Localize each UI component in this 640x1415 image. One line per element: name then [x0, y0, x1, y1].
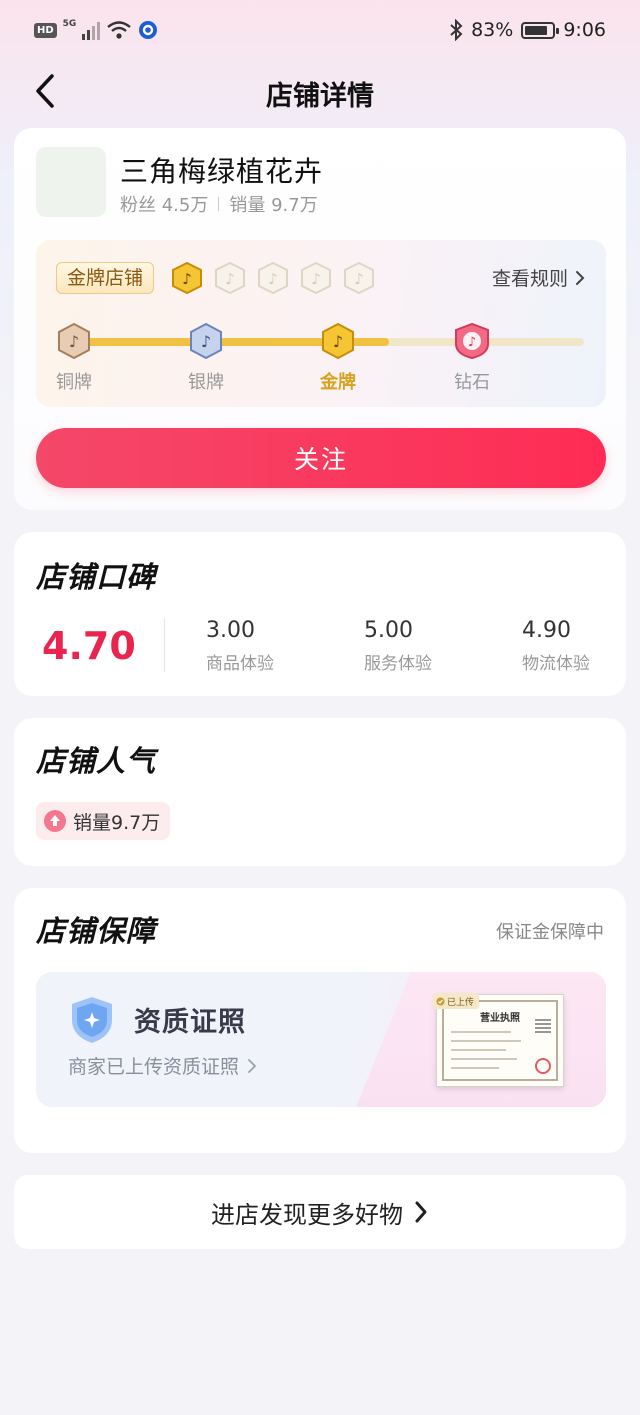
- svg-text:♪: ♪: [201, 332, 211, 351]
- check-icon: [436, 997, 445, 1005]
- follow-button[interactable]: 关注: [36, 428, 606, 488]
- qualification-card[interactable]: 资质证照 商家已上传资质证照 已上传 营业执照: [36, 972, 606, 1107]
- level-label-diamond: 钻石: [454, 372, 490, 393]
- level-label-silver: 银牌: [188, 372, 224, 393]
- nav-bar: 店铺详情: [0, 62, 640, 122]
- trending-up-icon: [44, 810, 66, 832]
- store-stats: 粉丝 4.5万 销量 9.7万: [120, 191, 318, 217]
- page-title: 店铺详情: [266, 81, 374, 112]
- store-avatar[interactable]: [36, 147, 106, 217]
- qr-code-icon: [535, 1017, 551, 1033]
- battery-percent: 83%: [471, 19, 514, 41]
- rating-service-value: 5.00: [364, 618, 413, 643]
- store-card: 三角梅绿植花卉 粉丝 4.5万 销量 9.7万 金牌店铺 ♪ ♪ ♪ ♪ ♪ 查看规则 …: [14, 128, 626, 510]
- uploaded-tag: 已上传: [433, 993, 480, 1009]
- bronze-badge-icon: ♪: [58, 322, 90, 360]
- guarantee-title: 店铺保障: [36, 908, 157, 953]
- rating-product: 3.00 商品体验: [206, 618, 274, 674]
- signal-icon: [82, 20, 101, 40]
- reputation-card: 店铺口碑 4.70 3.00 商品体验 5.00 服务体验 4.90 物流体验: [14, 532, 626, 696]
- rating-product-label: 商品体验: [206, 654, 274, 674]
- svg-text:♪: ♪: [182, 270, 192, 288]
- rating-logistics-label: 物流体验: [522, 654, 590, 674]
- rating-service: 5.00 服务体验: [364, 618, 432, 674]
- guarantee-card: 店铺保障 保证金保障中 资质证照 商家已上传资质证照 已上传 营业执照: [14, 888, 626, 1153]
- sales-badge: 销量9.7万: [36, 802, 171, 840]
- store-name: 三角梅绿植花卉: [120, 155, 324, 188]
- svg-text:♪: ♪: [268, 270, 278, 288]
- popularity-card: 店铺人气 销量9.7万: [14, 718, 626, 866]
- svg-text:♪: ♪: [468, 335, 476, 350]
- tier-icon-dim: ♪: [344, 261, 374, 295]
- battery-icon: [521, 21, 560, 39]
- qualification-title: 资质证照: [134, 1007, 246, 1038]
- level-label-gold: 金牌: [320, 372, 356, 393]
- diamond-badge-icon: ♪: [455, 322, 489, 360]
- rating-product-value: 3.00: [206, 618, 255, 643]
- chevron-right-icon: [415, 1201, 427, 1223]
- license-text-line: [451, 1058, 517, 1060]
- app-notification-icon: [139, 21, 158, 39]
- store-level-panel: 金牌店铺 ♪ ♪ ♪ ♪ ♪ 查看规则 ♪ ♪ ♪ ♪ 铜牌 银牌 金牌 钻石: [36, 240, 606, 407]
- rating-logistics: 4.90 物流体验: [522, 618, 590, 674]
- enter-store-button[interactable]: 进店发现更多好物: [14, 1175, 626, 1249]
- svg-text:♪: ♪: [354, 270, 364, 288]
- view-rules-label: 查看规则: [491, 268, 568, 290]
- status-bar: HD 5G 83% 9:06: [0, 0, 640, 62]
- uploaded-tag-label: 已上传: [447, 997, 475, 1008]
- seal-icon: [535, 1058, 551, 1074]
- enter-store-label: 进店发现更多好物: [211, 1200, 403, 1229]
- silver-badge-icon: ♪: [190, 322, 222, 360]
- license-text-line: [451, 1040, 521, 1042]
- gold-badge-icon: ♪: [322, 322, 354, 360]
- reputation-title: 店铺口碑: [36, 554, 157, 599]
- tier-icon-dim: ♪: [215, 261, 245, 295]
- tier-icon-dim: ♪: [301, 261, 331, 295]
- qualification-link[interactable]: 商家已上传资质证照: [68, 1052, 257, 1079]
- sales-badge-label: 销量9.7万: [73, 811, 161, 834]
- svg-text:♪: ♪: [311, 270, 321, 288]
- tier-icon-lit: ♪: [172, 261, 202, 295]
- chevron-right-icon: [576, 270, 585, 285]
- license-text-line: [451, 1049, 506, 1051]
- license-text-line: [451, 1031, 511, 1033]
- chevron-right-icon: [248, 1058, 257, 1073]
- business-license-image: 已上传 营业执照: [433, 993, 564, 1087]
- tier-icons: ♪ ♪ ♪ ♪ ♪: [170, 261, 376, 295]
- overall-rating: 4.70: [42, 624, 136, 668]
- fans-count: 粉丝 4.5万: [120, 195, 209, 216]
- view-rules-link[interactable]: 查看规则: [492, 264, 586, 291]
- deposit-status: 保证金保障中: [496, 922, 604, 943]
- level-label-bronze: 铜牌: [56, 372, 92, 393]
- network-type: 5G: [62, 19, 77, 29]
- stats-divider: [218, 197, 220, 211]
- gold-store-tag: 金牌店铺: [56, 262, 155, 294]
- clock: 9:06: [563, 19, 606, 41]
- sales-count: 销量 9.7万: [229, 195, 318, 216]
- svg-text:♪: ♪: [225, 270, 235, 288]
- rating-service-label: 服务体验: [364, 654, 432, 674]
- qualification-desc: 商家已上传资质证照: [68, 1056, 240, 1078]
- popularity-title: 店铺人气: [36, 738, 157, 783]
- rating-divider: [164, 618, 165, 672]
- hd-indicator: HD: [34, 22, 57, 38]
- tier-icon-dim: ♪: [258, 261, 288, 295]
- svg-text:♪: ♪: [333, 332, 343, 351]
- license-text-line: [451, 1067, 499, 1069]
- bluetooth-icon: [450, 19, 463, 41]
- shield-icon: [72, 997, 112, 1043]
- svg-text:♪: ♪: [69, 332, 79, 351]
- rating-logistics-value: 4.90: [522, 618, 571, 643]
- wifi-icon: [107, 21, 132, 39]
